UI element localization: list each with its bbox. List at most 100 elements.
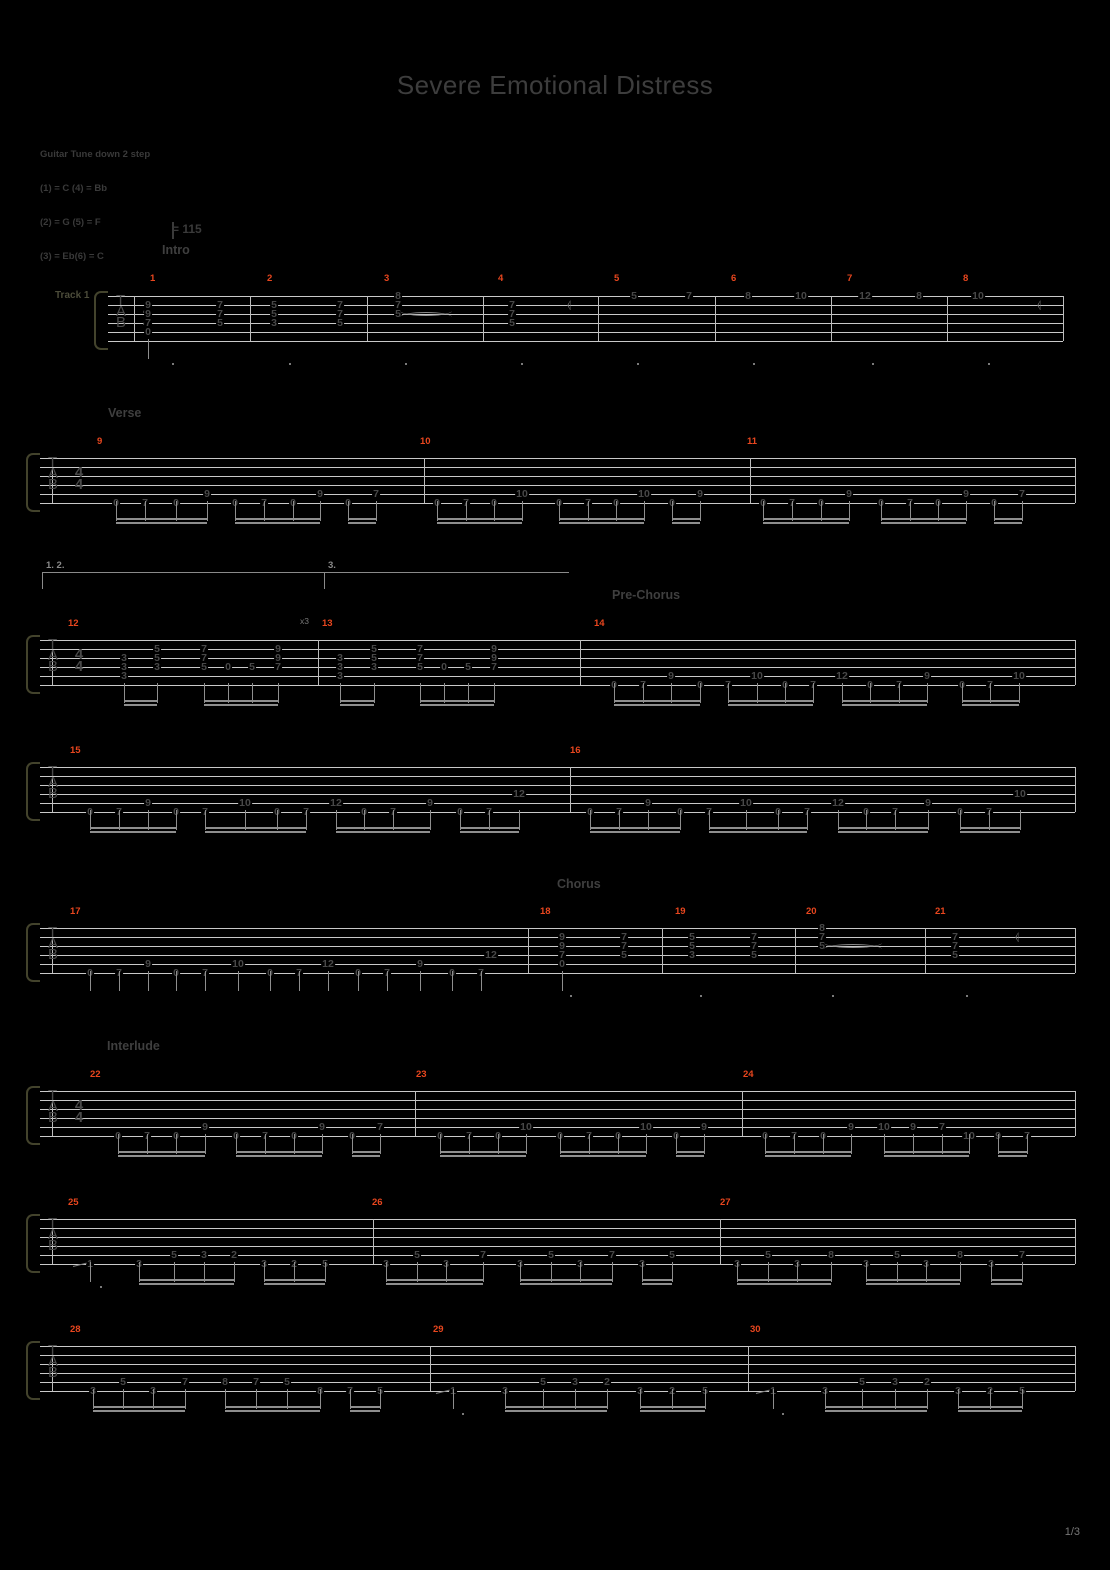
beam [116,522,207,524]
beam [350,1406,380,1408]
barline [1075,767,1076,812]
fret-number: 12 [512,788,526,800]
fret-number: 12 [835,670,849,682]
note-stem [1022,1262,1023,1282]
barline [367,296,368,341]
barline [373,1219,374,1264]
staff-line [40,794,1075,795]
staff-line [40,1228,1075,1229]
beam [90,831,176,833]
note-stem [119,971,120,991]
fret-number: 9 [316,488,324,500]
staff-line [40,803,1075,804]
staff-line [108,314,1063,315]
note-stem [483,1262,484,1282]
beam [962,704,1019,706]
section-label-interlude: Interlude [107,1039,160,1053]
beam [264,1279,325,1281]
beam [440,1155,526,1157]
note-stem [299,971,300,991]
note-stem [612,1262,613,1282]
beam [672,522,700,524]
beam [825,1410,927,1412]
note-stem [1022,1389,1023,1409]
slur-curve [400,312,452,322]
barline [831,296,832,341]
beam [139,1279,234,1281]
note-stem [849,501,850,521]
staff-line [40,1237,1075,1238]
note-stem [90,1262,91,1282]
beam [765,1155,851,1157]
note-stem [376,501,377,521]
barline [715,296,716,341]
augmentation-dot [637,363,639,365]
beam [642,1283,672,1285]
tab-clef-letter: B [48,658,59,675]
tuning-line-2: (2) = G (5) = F [40,217,101,229]
beam [520,1279,612,1281]
fret-number: 7 [181,1376,189,1388]
time-signature-denominator: 4 [74,658,84,675]
staff-line [108,305,1063,306]
beam [437,518,522,520]
measure-number-17: 17 [70,906,81,917]
beam [336,831,430,833]
fret-number: 5 [858,1376,866,1388]
staff-line [40,767,1075,768]
fret-number: 5 [200,661,208,673]
note-stem [430,810,431,830]
fret-number: 12 [321,958,335,970]
measure-number-10: 10 [420,436,431,447]
beam [672,518,700,520]
beam [958,1410,1022,1412]
fret-number: 9 [962,488,970,500]
fret-number: 5 [668,1249,676,1261]
volta-bracket-3: 3. [324,560,569,589]
barline [528,928,529,973]
beam [386,1283,483,1285]
barline [1075,1219,1076,1264]
beam [884,1151,969,1153]
fret-number: 10 [794,290,808,302]
staff-line [40,685,1075,686]
volta-leg [324,573,325,589]
fret-number: 9 [696,488,704,500]
beam [440,1151,526,1153]
beam [116,518,207,520]
tuning-line-1: (1) = C (4) = Bb [40,183,108,195]
time-signature: 44 [72,465,86,492]
rest-symbol: ⦉ [567,299,572,311]
barline [947,296,948,341]
fret-number: 8 [956,1249,964,1261]
beam [139,1283,234,1285]
beam [838,827,928,829]
fret-number: 5 [620,949,628,961]
note-stem [700,683,701,703]
beam [728,704,813,706]
staff-line [40,658,1075,659]
fret-number: 10 [639,1121,653,1133]
note-stem [680,810,681,830]
staff-line [40,1091,1075,1092]
measure-number-16: 16 [570,745,581,756]
staff-line [40,1364,1075,1365]
barline [925,928,926,973]
note-stem [481,971,482,991]
fret-number: 5 [630,290,638,302]
augmentation-dot [462,1413,464,1415]
system-brace [26,1341,40,1400]
beam [825,1406,927,1408]
tab-clef-letter: B [48,476,59,493]
fret-number: 12 [831,797,845,809]
system-brace [26,923,40,982]
fret-number: 5 [216,317,224,329]
staff-line [40,928,1075,929]
barline [1075,1346,1076,1391]
beam [460,831,519,833]
beam [991,1283,1022,1285]
beam [505,1410,607,1412]
note-stem [813,683,814,703]
fret-number: 9 [318,1121,326,1133]
beam [560,1151,646,1153]
